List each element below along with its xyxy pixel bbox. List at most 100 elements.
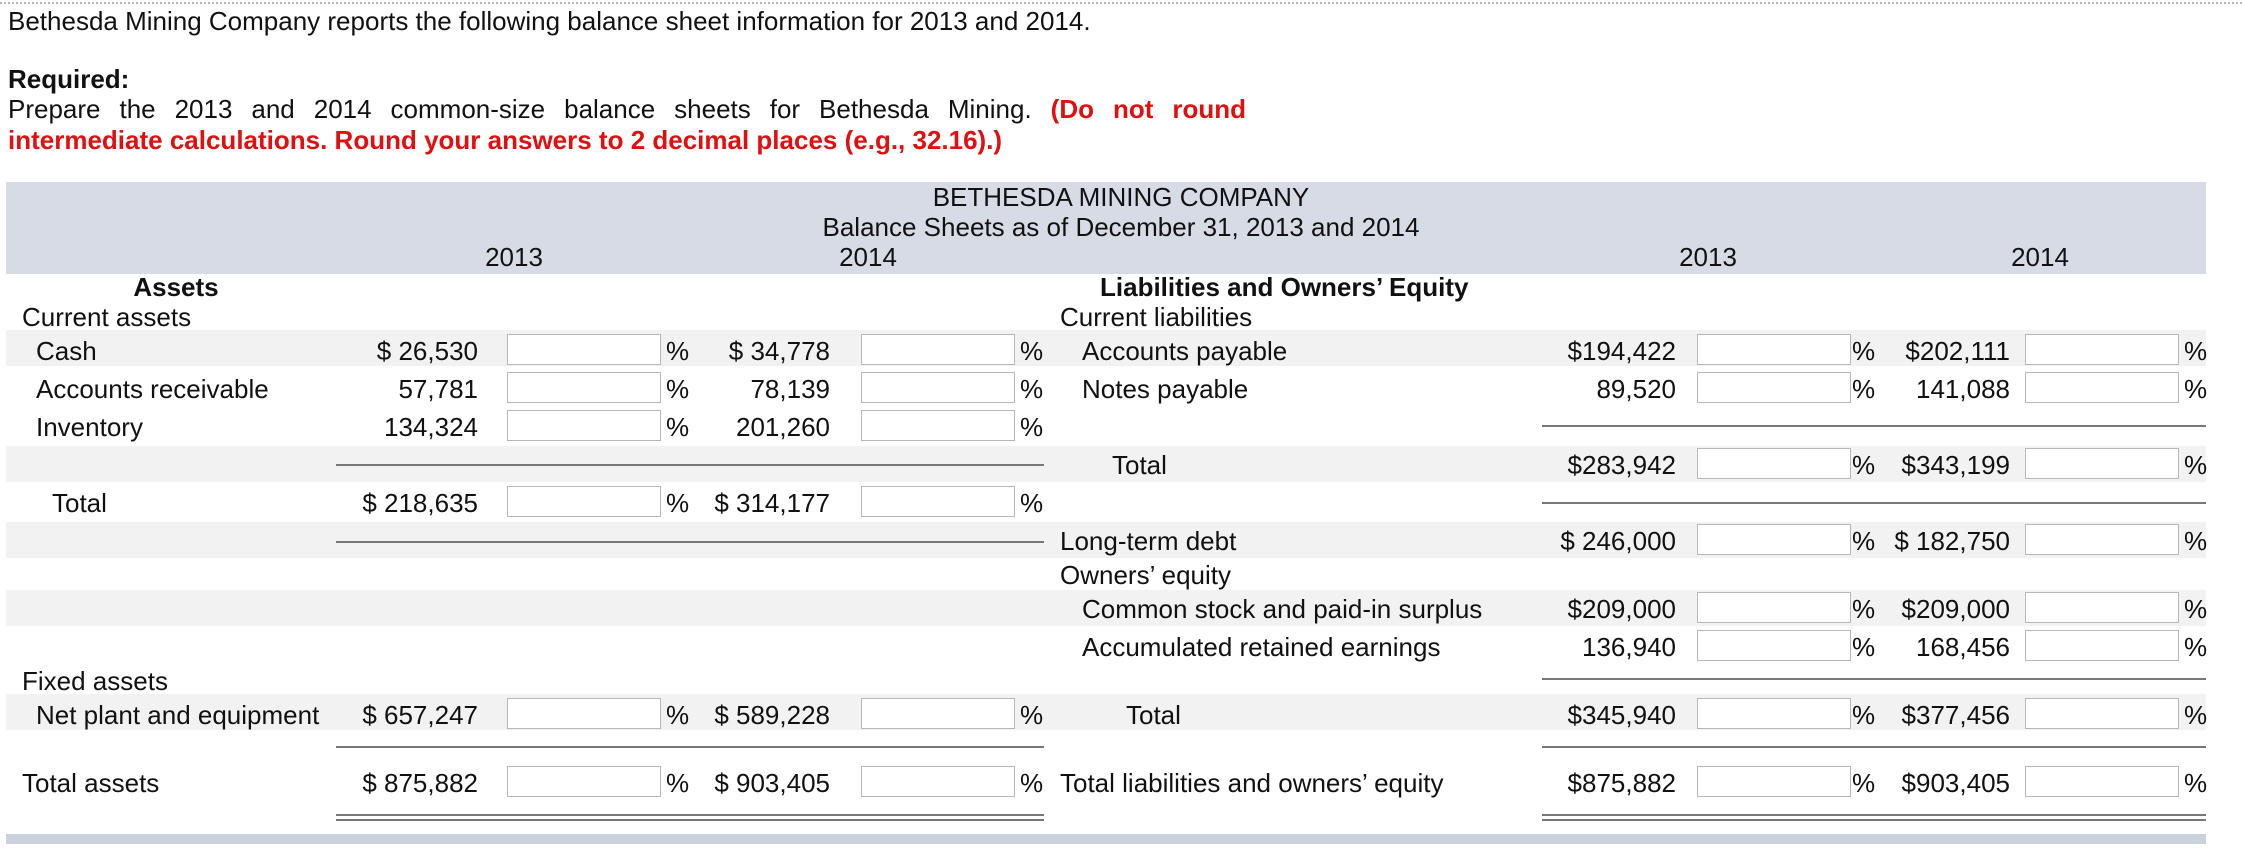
pct-sign: % [1020, 768, 1044, 798]
nppe-2014-pct-input[interactable] [861, 698, 1015, 729]
ap-2014-pct-input[interactable] [2025, 334, 2179, 365]
pct-sign: % [2184, 336, 2208, 366]
current-assets-total-label: Total [52, 488, 107, 518]
re-2014-pct-input[interactable] [2025, 630, 2179, 661]
cash-2013-pct-input[interactable] [507, 334, 661, 365]
total-le-2013-pct-input[interactable] [1697, 766, 1851, 797]
re-2014-value: 168,456 [1916, 632, 2010, 662]
ltd-label: Long-term debt [1060, 526, 1237, 556]
fixed-assets-label: Fixed assets [22, 666, 168, 696]
ar-2013-value: 57,781 [398, 374, 478, 404]
pct-sign: % [2184, 768, 2208, 798]
subtotal-rule [1542, 746, 2206, 748]
pct-sign: % [2184, 632, 2208, 662]
total-le-2013: $875,882 [1567, 768, 1676, 798]
total-assets-label: Total assets [22, 768, 160, 798]
cash-2014-value: $ 34,778 [728, 336, 830, 366]
total-assets-2013: $ 875,882 [362, 768, 478, 798]
ar-2014-value: 78,139 [750, 374, 830, 404]
pct-sign: % [1020, 700, 1044, 730]
cash-2014-pct-input[interactable] [861, 334, 1015, 365]
inventory-2013-value: 134,324 [384, 412, 478, 442]
current-assets-total-2014: $ 314,177 [714, 488, 830, 518]
nppe-label: Net plant and equipment [36, 700, 320, 730]
pct-sign: % [2184, 374, 2208, 404]
total-rule [1542, 502, 2206, 504]
subtotal-rule [1542, 678, 2206, 680]
grand-total-double-rule [1542, 814, 2206, 821]
np-label: Notes payable [1082, 374, 1249, 404]
pct-sign: % [1020, 412, 1044, 442]
ltd-2013-pct-input[interactable] [1697, 524, 1851, 555]
instruction-main: Prepare the 2013 and 2014 common-size ba… [8, 94, 1032, 124]
total-assets-2014: $ 903,405 [714, 768, 830, 798]
required-label: Required: [8, 64, 130, 94]
current-assets-total-2013-pct-input[interactable] [507, 486, 661, 517]
inventory-2013-pct-input[interactable] [507, 410, 661, 441]
total-assets-2013-pct-input[interactable] [507, 766, 661, 797]
total-le-label: Total liabilities and owners’ equity [1060, 768, 1444, 798]
cash-2013-value: $ 26,530 [376, 336, 478, 366]
np-2013-pct-input[interactable] [1697, 372, 1851, 403]
pct-sign: % [666, 768, 690, 798]
cash-label: Cash [36, 336, 97, 366]
current-liabilities-total-2013-pct-input[interactable] [1697, 448, 1851, 479]
top-divider [0, 2, 2242, 4]
inventory-2014-pct-input[interactable] [861, 410, 1015, 441]
nppe-2013-pct-input[interactable] [507, 698, 661, 729]
pct-sign: % [2184, 700, 2208, 730]
current-liabilities-label: Current liabilities [1060, 302, 1253, 332]
total-le-2014: $903,405 [1901, 768, 2010, 798]
re-2013-value: 136,940 [1582, 632, 1676, 662]
pct-sign: % [2184, 594, 2208, 624]
ltd-2014-pct-input[interactable] [2025, 524, 2179, 555]
pct-sign: % [666, 374, 690, 404]
re-2013-pct-input[interactable] [1697, 630, 1851, 661]
current-liabilities-total-2014: $343,199 [1901, 450, 2010, 480]
assets-col-2014: 2014 [839, 242, 897, 272]
np-2014-value: 141,088 [1916, 374, 2010, 404]
equity-total-label: Total [1126, 700, 1181, 730]
inventory-2014-value: 201,260 [736, 412, 830, 442]
nppe-2013-value: $ 657,247 [362, 700, 478, 730]
cs-2014-pct-input[interactable] [2025, 592, 2179, 623]
current-liabilities-total-2014-pct-input[interactable] [2025, 448, 2179, 479]
pct-sign: % [1020, 488, 1044, 518]
total-assets-2014-pct-input[interactable] [861, 766, 1015, 797]
pct-sign: % [1020, 374, 1044, 404]
liab-col-2014: 2014 [2011, 242, 2069, 272]
np-2014-pct-input[interactable] [2025, 372, 2179, 403]
ar-2014-pct-input[interactable] [861, 372, 1015, 403]
ap-2013-pct-input[interactable] [1697, 334, 1851, 365]
ltd-2014-value: $ 182,750 [1894, 526, 2010, 556]
ap-2013-value: $194,422 [1567, 336, 1676, 366]
current-assets-total-2013: $ 218,635 [362, 488, 478, 518]
problem-intro: Bethesda Mining Company reports the foll… [8, 6, 1091, 36]
owners-equity-label: Owners’ equity [1060, 560, 1231, 590]
current-assets-label: Current assets [22, 302, 192, 332]
equity-total-2014-pct-input[interactable] [2025, 698, 2179, 729]
nppe-2014-value: $ 589,228 [714, 700, 830, 730]
table-footer-band [6, 834, 2206, 844]
current-liabilities-total-label: Total [1112, 450, 1167, 480]
cs-2013-pct-input[interactable] [1697, 592, 1851, 623]
pct-sign: % [666, 700, 690, 730]
assets-col-2013: 2013 [485, 242, 543, 272]
pct-sign: % [1020, 336, 1044, 366]
company-name: BETHESDA MINING COMPANY [932, 182, 1310, 212]
subtotal-rule [336, 464, 1044, 466]
equity-total-2013-pct-input[interactable] [1697, 698, 1851, 729]
ltd-2013-value: $ 246,000 [1560, 526, 1676, 556]
liabilities-heading: Liabilities and Owners’ Equity [1100, 272, 1469, 302]
current-liabilities-total-2013: $283,942 [1567, 450, 1676, 480]
total-le-2014-pct-input[interactable] [2025, 766, 2179, 797]
pct-sign: % [666, 412, 690, 442]
ap-2014-value: $202,111 [1905, 336, 2010, 366]
pct-sign: % [666, 488, 690, 518]
inventory-label: Inventory [36, 412, 143, 442]
ar-2013-pct-input[interactable] [507, 372, 661, 403]
statement-title: Balance Sheets as of December 31, 2013 a… [822, 212, 1420, 242]
current-assets-total-2014-pct-input[interactable] [861, 486, 1015, 517]
subtotal-rule [1542, 425, 2206, 427]
pct-sign: % [2184, 450, 2208, 480]
